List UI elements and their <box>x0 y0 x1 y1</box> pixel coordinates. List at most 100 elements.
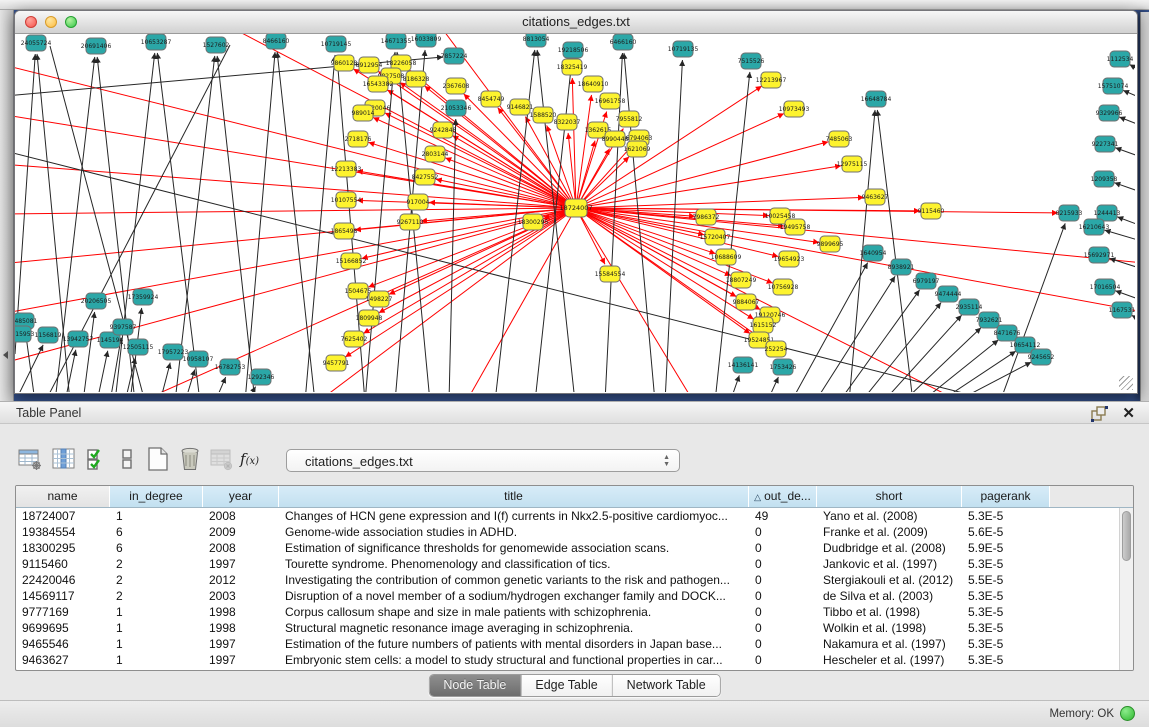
network-node[interactable]: 15692971 <box>1084 247 1115 263</box>
float-panel-icon[interactable] <box>1091 406 1108 422</box>
collapse-arrow-icon[interactable] <box>3 351 8 359</box>
table-row[interactable]: 1872400712008Changes of HCN gene express… <box>16 508 1133 524</box>
network-node[interactable]: 10688609 <box>711 249 742 265</box>
network-node[interactable]: 17359924 <box>128 289 159 305</box>
network-canvas[interactable]: 1872400724055724206914061065328715276028… <box>15 34 1135 392</box>
network-node[interactable]: 24055724 <box>21 35 52 51</box>
network-node[interactable]: 7515526 <box>738 53 765 69</box>
network-node[interactable]: 8427552 <box>412 169 439 185</box>
network-node[interactable]: 7986372 <box>693 209 720 225</box>
network-node[interactable]: 8813054 <box>523 34 550 47</box>
network-node[interactable]: 6466160 <box>610 34 637 50</box>
network-node[interactable]: 16782753 <box>215 359 246 375</box>
network-node[interactable]: 10973493 <box>779 101 810 117</box>
network-node[interactable]: 7485063 <box>826 131 853 147</box>
tab-node-table[interactable]: Node Table <box>429 675 520 696</box>
tab-edge-table[interactable]: Edge Table <box>520 675 611 696</box>
network-node[interactable]: 1527602 <box>203 37 230 53</box>
network-node[interactable]: 9860128 <box>331 55 358 71</box>
row-height-icon[interactable] <box>116 447 140 471</box>
scrollbar-thumb[interactable] <box>1122 511 1131 561</box>
network-node[interactable]: 1292346 <box>248 369 275 385</box>
network-node[interactable]: 16648784 <box>861 91 892 107</box>
column-header-year[interactable]: year <box>203 486 279 507</box>
network-node[interactable]: 989014 <box>352 105 375 121</box>
column-header-pagerank[interactable]: pagerank <box>962 486 1050 507</box>
network-node[interactable]: 12505115 <box>123 339 154 355</box>
select-columns-icon[interactable] <box>86 447 110 471</box>
memory-ok-icon[interactable] <box>1120 706 1135 721</box>
network-node[interactable]: 16961758 <box>595 93 626 109</box>
network-node[interactable]: 9884067 <box>733 294 760 310</box>
table-row[interactable]: 946362711997Embryonic stem cells: a mode… <box>16 652 1133 668</box>
tab-network-table[interactable]: Network Table <box>612 675 720 696</box>
close-window-icon[interactable] <box>25 16 37 28</box>
network-node[interactable]: 917004 <box>407 194 430 210</box>
table-row[interactable]: 1830029562008Estimation of significance … <box>16 540 1133 556</box>
network-node[interactable]: 1588520 <box>530 107 557 123</box>
network-graph[interactable]: 1872400724055724206914061065328715276028… <box>15 34 1135 392</box>
network-node[interactable]: 252254 <box>765 341 788 357</box>
network-node[interactable]: 19218506 <box>558 42 589 58</box>
table-chooser-dropdown[interactable]: citations_edges.txt ▲▼ <box>286 449 680 472</box>
network-node[interactable]: 8186328 <box>403 71 430 87</box>
network-node[interactable]: 18640910 <box>578 76 609 92</box>
network-node[interactable]: 9474444 <box>935 286 962 302</box>
network-node[interactable]: 9397587 <box>110 319 137 335</box>
network-node[interactable]: 9329966 <box>1096 105 1123 121</box>
column-header-in_degree[interactable]: in_degree <box>110 486 203 507</box>
network-node[interactable]: 12213967 <box>756 72 787 88</box>
network-node[interactable]: 1112534 <box>1107 51 1134 67</box>
network-node[interactable]: 7625402 <box>341 331 368 347</box>
network-node[interactable]: 9267110 <box>397 214 424 230</box>
network-node[interactable]: 9242848 <box>430 122 457 138</box>
table-row[interactable]: 1938455462009Genome-wide association stu… <box>16 524 1133 540</box>
vertical-scrollbar[interactable] <box>1119 508 1133 670</box>
network-node[interactable]: 8990448 <box>602 131 629 147</box>
network-node[interactable]: 8912954 <box>356 57 383 73</box>
network-node[interactable]: 1167531 <box>1109 302 1135 318</box>
network-node[interactable]: 16033809 <box>411 34 442 47</box>
table-row[interactable]: 1456911722003Disruption of a novel membe… <box>16 588 1133 604</box>
table-row[interactable]: 911546021997Tourette syndrome. Phenomeno… <box>16 556 1133 572</box>
network-node[interactable]: 14136141 <box>728 357 759 373</box>
network-node[interactable]: 2367608 <box>443 78 470 94</box>
network-node[interactable]: 2803144 <box>422 146 449 162</box>
table-row[interactable]: 969969511998Structural magnetic resonanc… <box>16 620 1133 636</box>
network-node[interactable]: 17016504 <box>1090 279 1121 295</box>
network-node[interactable]: 8215933 <box>1056 205 1083 221</box>
create-table-icon[interactable] <box>146 447 170 471</box>
column-header-short[interactable]: short <box>817 486 962 507</box>
table-row[interactable]: 2242004622012Investigating the contribut… <box>16 572 1133 588</box>
network-node[interactable]: 15166852 <box>336 253 367 269</box>
network-node[interactable]: 7955812 <box>616 111 643 127</box>
network-node[interactable]: 2935114 <box>956 299 983 315</box>
window-resize-grip[interactable] <box>1119 376 1133 390</box>
delete-table-icon[interactable] <box>178 447 202 471</box>
show-columns-icon[interactable] <box>52 447 76 471</box>
network-node[interactable]: 6979197 <box>913 273 940 289</box>
network-node[interactable]: 9245652 <box>1028 349 1055 365</box>
zoom-window-icon[interactable] <box>65 16 77 28</box>
split-pane-divider[interactable] <box>0 10 14 401</box>
network-node[interactable]: 8466160 <box>263 34 290 49</box>
network-node[interactable]: 13942757 <box>63 331 94 347</box>
network-node[interactable]: 10719145 <box>321 36 352 52</box>
network-node[interactable]: 12213383 <box>331 161 362 177</box>
network-node[interactable]: 8454749 <box>478 91 505 107</box>
network-node[interactable]: 20691406 <box>81 38 112 54</box>
table-settings-icon[interactable] <box>18 447 42 471</box>
network-node[interactable]: 10653287 <box>141 34 172 50</box>
network-node[interactable]: 10719135 <box>668 41 699 57</box>
network-node[interactable]: 8938921 <box>888 259 915 275</box>
network-node[interactable]: 14671355 <box>381 34 412 49</box>
table-row[interactable]: 977716911998Corpus callosum shape and si… <box>16 604 1133 620</box>
function-builder-icon[interactable]: f(x) <box>240 447 274 471</box>
network-node[interactable]: 1156819 <box>35 327 62 343</box>
network-node[interactable]: 2718176 <box>345 131 372 147</box>
network-window-titlebar[interactable]: citations_edges.txt <box>15 11 1137 34</box>
column-header-title[interactable]: title <box>279 486 749 507</box>
network-node[interactable]: 19654923 <box>774 251 805 267</box>
network-node[interactable]: 1640954 <box>860 245 887 261</box>
network-node[interactable]: 10107554 <box>331 192 362 208</box>
